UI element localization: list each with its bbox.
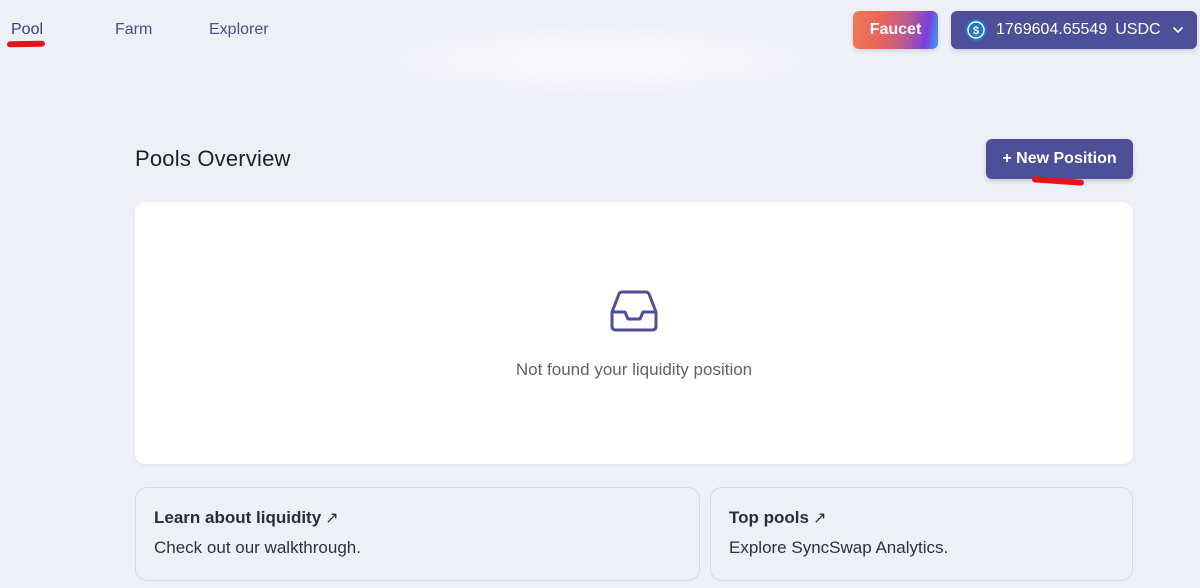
- card-title: Learn about liquidity: [154, 508, 322, 527]
- chevron-down-icon: [1171, 23, 1185, 37]
- usdc-coin-icon: $: [965, 19, 987, 41]
- nav-explorer[interactable]: Explorer: [209, 21, 269, 39]
- external-link-arrow-icon: ↗: [325, 510, 339, 527]
- wallet-unit: USDC: [1115, 21, 1161, 38]
- top-pools-card[interactable]: Top pools ↗ Explore SyncSwap Analytics.: [710, 487, 1133, 581]
- card-description: Check out our walkthrough.: [154, 538, 361, 557]
- annotation-underline-pool: [6, 40, 46, 48]
- faucet-button[interactable]: Faucet: [853, 11, 938, 49]
- wallet-balance-button[interactable]: $ 1769604.65549 USDC: [951, 11, 1197, 49]
- external-link-arrow-icon: ↗: [812, 510, 827, 527]
- background-glow: [300, 20, 900, 100]
- empty-state-text: Not found your liquidity position: [515, 360, 753, 379]
- nav-pool[interactable]: Pool: [11, 21, 43, 39]
- learn-about-liquidity-card[interactable]: Learn about liquidity ↗ Check out our wal…: [135, 487, 700, 581]
- nav-farm[interactable]: Farm: [115, 21, 152, 39]
- svg-text:$: $: [973, 25, 979, 37]
- wallet-amount: 1769604.65549: [996, 21, 1108, 38]
- card-description: Explore SyncSwap Analytics.: [729, 538, 949, 557]
- new-position-button[interactable]: + New Position: [986, 139, 1133, 179]
- empty-state-card: Not found your liquidity position: [135, 202, 1133, 464]
- card-title: Top pools: [729, 508, 809, 527]
- inbox-icon: [609, 290, 659, 337]
- page-title: Pools Overview: [135, 146, 291, 171]
